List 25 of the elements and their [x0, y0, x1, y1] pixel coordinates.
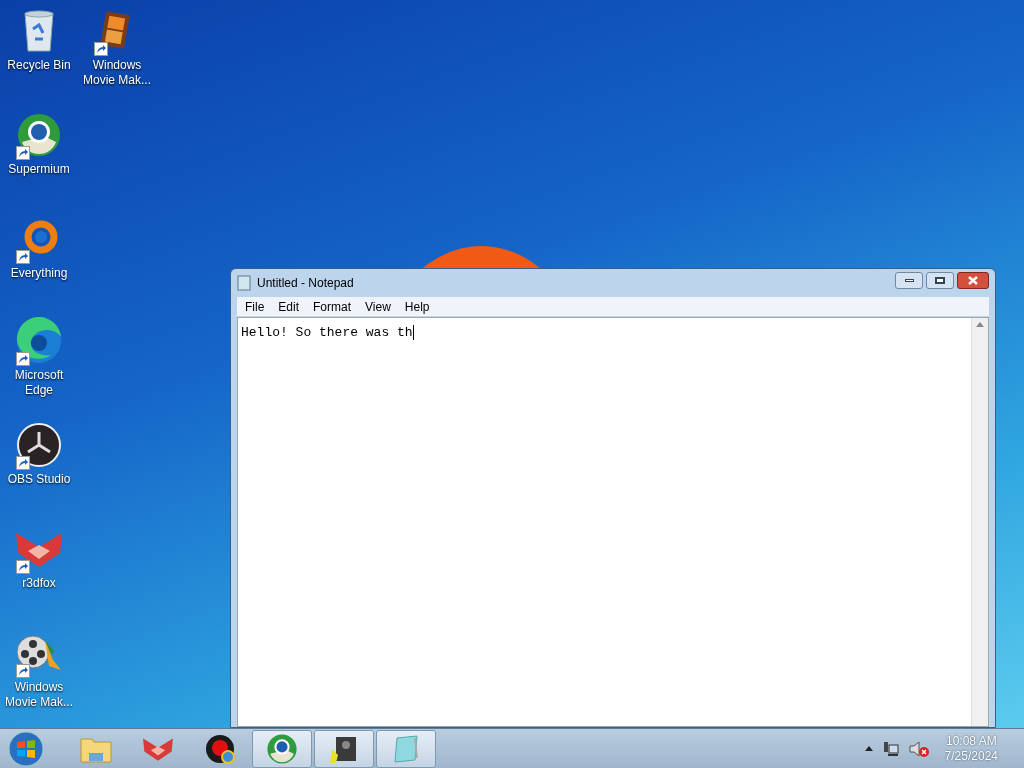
- desktop-icon-label: Everything: [9, 266, 69, 281]
- menu-item[interactable]: Help: [397, 297, 437, 316]
- desktop-icon-label: Supermium: [7, 162, 71, 177]
- desktop-icon-label: OBS Studio: [6, 472, 72, 487]
- desktop-icon-label: Microsoft Edge: [13, 368, 65, 398]
- clock-time: 10:08 AM: [945, 733, 997, 749]
- window-title: Untitled - Notepad: [257, 275, 354, 292]
- desktop-icon[interactable]: Microsoft Edge: [0, 316, 78, 398]
- menu-item[interactable]: View: [358, 297, 398, 316]
- desktop-icon[interactable]: Recycle Bin: [0, 6, 78, 73]
- desktop-icon-label: Recycle Bin: [6, 58, 72, 73]
- desktop-icon[interactable]: OBS Studio: [0, 420, 78, 487]
- desktop-icon-label: Windows Movie Mak...: [4, 680, 74, 710]
- desktop-icon[interactable]: Supermium: [0, 110, 78, 177]
- text-area[interactable]: Hello! So there was th: [237, 317, 989, 727]
- desktop-icon[interactable]: Windows Movie Mak...: [78, 6, 156, 88]
- desktop-icon[interactable]: Everything: [0, 214, 78, 281]
- menu-item[interactable]: Format: [306, 297, 359, 316]
- clock-date: 7/25/2024: [944, 748, 998, 764]
- desktop-icon-label: r3dfox: [21, 576, 57, 591]
- menu-item[interactable]: Edit: [271, 297, 307, 316]
- document-text: Hello! So there was th: [241, 325, 414, 340]
- desktop-icon-label: Windows Movie Mak...: [82, 58, 152, 88]
- desktop-icon[interactable]: r3dfox: [0, 524, 78, 591]
- menu-item[interactable]: File: [238, 297, 272, 316]
